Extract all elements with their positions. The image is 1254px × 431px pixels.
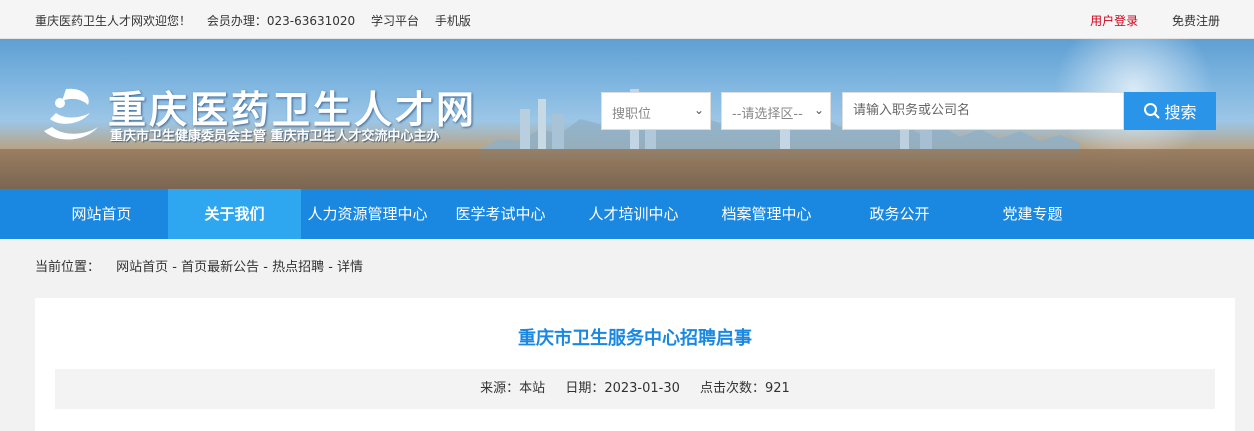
nav-item-home[interactable]: 网站首页: [35, 189, 168, 239]
top-bar-right: 用户登录 免费注册: [1090, 12, 1220, 29]
search-button-label: 搜索: [1164, 105, 1197, 122]
nav-item-about[interactable]: 关于我们: [168, 189, 301, 239]
nav-item-archive-center[interactable]: 档案管理中心: [700, 189, 833, 239]
article-title: 重庆市卫生服务中心招聘启事: [518, 328, 752, 349]
search-button[interactable]: 搜索: [1124, 92, 1216, 130]
chevron-down-icon: ⌄: [813, 103, 824, 117]
chevron-down-icon: ⌄: [693, 103, 704, 117]
site-subtitle: 重庆市卫生健康委员会主管 重庆市卫生人才交流中心主办: [110, 129, 440, 144]
article-card: 重庆市卫生服务中心招聘启事 来源：本站 日期：2023-01-30 点击次数：9…: [35, 298, 1235, 431]
breadcrumb-label: 当前位置：: [35, 260, 101, 275]
keyword-field[interactable]: [842, 92, 1124, 130]
main-nav: 网站首页 关于我们 人力资源管理中心 医学考试中心 人才培训中心 档案管理中心 …: [0, 189, 1254, 239]
top-bar-left: 重庆医药卫生人才网欢迎您！ 会员办理：023-63631020 学习平台 手机版: [35, 12, 483, 29]
area-select[interactable]: --请选择区-- ⌄: [721, 92, 831, 130]
search-icon: [1144, 103, 1161, 119]
nav-item-exam-center[interactable]: 医学考试中心: [434, 189, 567, 239]
job-type-value: 搜职位: [612, 107, 652, 122]
article-hits: 点击次数：921: [700, 381, 790, 396]
article-source: 来源：本站: [480, 381, 546, 396]
top-bar: 重庆医药卫生人才网欢迎您！ 会员办理：023-63631020 学习平台 手机版…: [0, 0, 1254, 39]
breadcrumb: 当前位置： 网站首页 - 首页最新公告 - 热点招聘 - 详情: [35, 256, 363, 275]
nav-item-training-center[interactable]: 人才培训中心: [567, 189, 700, 239]
nav-item-gov-affairs[interactable]: 政务公开: [833, 189, 966, 239]
article-date: 日期：2023-01-30: [565, 381, 680, 396]
area-value: --请选择区--: [732, 107, 803, 122]
keyword-input[interactable]: [853, 103, 1113, 118]
breadcrumb-path[interactable]: 网站首页 - 首页最新公告 - 热点招聘 - 详情: [116, 260, 363, 275]
site-logo[interactable]: 重庆医药卫生人才网 重庆市卫生健康委员会主管 重庆市卫生人才交流中心主办: [36, 79, 506, 159]
login-link[interactable]: 用户登录: [1090, 14, 1138, 28]
welcome-text: 重庆医药卫生人才网欢迎您！: [35, 14, 192, 28]
nav-item-party-building[interactable]: 党建专题: [966, 189, 1099, 239]
mobile-version-link[interactable]: 手机版: [435, 14, 471, 28]
member-hotline: 会员办理：023-63631020: [206, 14, 356, 28]
header-banner: 重庆医药卫生人才网 重庆市卫生健康委员会主管 重庆市卫生人才交流中心主办 搜职位…: [0, 39, 1254, 189]
study-platform-link[interactable]: 学习平台: [371, 14, 419, 28]
register-link[interactable]: 免费注册: [1172, 14, 1220, 28]
article-meta: 来源：本站 日期：2023-01-30 点击次数：921: [55, 369, 1215, 409]
nav-item-hr-center[interactable]: 人力资源管理中心: [301, 189, 434, 239]
job-type-select[interactable]: 搜职位 ⌄: [601, 92, 711, 130]
logo-emblem-icon: [44, 88, 98, 140]
